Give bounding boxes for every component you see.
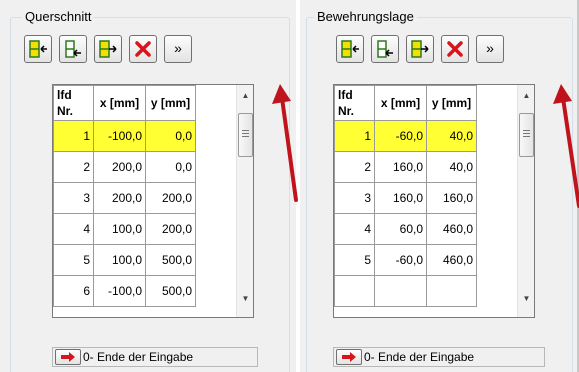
cell-nr[interactable]: 1 (334, 120, 375, 152)
cell-y[interactable]: 0,0 (145, 151, 196, 183)
more-button[interactable]: » (476, 35, 504, 63)
cell-y[interactable]: 200,0 (145, 182, 196, 214)
cell-nr[interactable]: 6 (53, 275, 94, 307)
table-header-row: lfd Nr. x [mm] y [mm] (53, 85, 196, 121)
table-row[interactable] (334, 275, 477, 307)
cell-nr[interactable]: 4 (53, 213, 94, 245)
bewehrungslage-title: Bewehrungslage (314, 9, 417, 24)
querschnitt-panel: Querschnitt » lfd Nr. x [mm] y [mm] 1 -1… (0, 0, 296, 372)
bewehrungslage-panel: Bewehrungslage » lfd Nr. x [mm] y [mm] 1… (300, 0, 579, 372)
column-header-y: y [mm] (426, 85, 477, 121)
cell-x[interactable]: 100,0 (93, 244, 146, 276)
table-row[interactable]: 2 200,0 0,0 (53, 151, 196, 183)
table-row[interactable]: 3 160,0 160,0 (334, 182, 477, 214)
cell-nr[interactable]: 3 (53, 182, 94, 214)
status-arrow-button[interactable] (336, 349, 362, 365)
column-header-nr: lfd Nr. (53, 85, 94, 121)
red-right-arrow-icon (342, 352, 356, 362)
insert-row-icon (29, 40, 47, 58)
cell-x[interactable]: 200,0 (93, 182, 146, 214)
table-header-row: lfd Nr. x [mm] y [mm] (334, 85, 477, 121)
insert-row-button[interactable] (336, 35, 364, 63)
append-row-icon (377, 40, 393, 58)
status-text: 0- Ende der Eingabe (83, 350, 194, 364)
delete-row-button[interactable] (129, 35, 157, 63)
cell-y[interactable]: 200,0 (145, 213, 196, 245)
status-text: 0- Ende der Eingabe (364, 350, 475, 364)
cell-x[interactable]: 160,0 (374, 182, 427, 214)
cell-y[interactable]: 160,0 (426, 182, 477, 214)
cell-nr[interactable]: 2 (53, 151, 94, 183)
insert-row-icon (341, 40, 359, 58)
insert-after-icon (99, 40, 117, 58)
delete-row-button[interactable] (441, 35, 469, 63)
insert-after-icon (411, 40, 429, 58)
status-arrow-button[interactable] (55, 349, 81, 365)
table-row[interactable]: 4 60,0 460,0 (334, 213, 477, 245)
more-button-label: » (174, 40, 182, 56)
more-button-label: » (486, 40, 494, 56)
cell-y[interactable] (426, 275, 477, 307)
table-row[interactable]: 1 -60,0 40,0 (334, 120, 477, 152)
cell-nr[interactable]: 4 (334, 213, 375, 245)
cell-x[interactable]: -60,0 (374, 244, 427, 276)
querschnitt-table[interactable]: lfd Nr. x [mm] y [mm] 1 -100,0 0,0 2 200… (52, 84, 254, 318)
append-row-icon (65, 40, 81, 58)
querschnitt-title: Querschnitt (22, 9, 95, 24)
cell-nr[interactable]: 3 (334, 182, 375, 214)
scrollbar-thumb[interactable] (519, 113, 534, 157)
column-header-y: y [mm] (145, 85, 196, 121)
querschnitt-status-bar: 0- Ende der Eingabe (52, 347, 258, 367)
table-row[interactable]: 2 160,0 40,0 (334, 151, 477, 183)
cell-nr[interactable] (334, 275, 375, 307)
column-header-x: x [mm] (374, 85, 427, 121)
table-row[interactable]: 5 -60,0 460,0 (334, 244, 477, 276)
table-row[interactable]: 1 -100,0 0,0 (53, 120, 196, 152)
bewehrungslage-table[interactable]: lfd Nr. x [mm] y [mm] 1 -60,0 40,0 2 160… (333, 84, 535, 318)
table-row[interactable]: 6 -100,0 500,0 (53, 275, 196, 307)
cell-x[interactable]: 160,0 (374, 151, 427, 183)
append-row-button[interactable] (371, 35, 399, 63)
cell-nr[interactable]: 2 (334, 151, 375, 183)
column-header-x: x [mm] (93, 85, 146, 121)
cell-y[interactable]: 500,0 (145, 275, 196, 307)
cell-y[interactable]: 40,0 (426, 151, 477, 183)
cell-x[interactable] (374, 275, 427, 307)
cell-nr[interactable]: 5 (53, 244, 94, 276)
bewehrungslage-status-bar: 0- Ende der Eingabe (333, 347, 545, 367)
more-button[interactable]: » (164, 35, 192, 63)
cell-nr[interactable]: 1 (53, 120, 94, 152)
cell-nr[interactable]: 5 (334, 244, 375, 276)
cell-y[interactable]: 460,0 (426, 213, 477, 245)
insert-after-button[interactable] (406, 35, 434, 63)
red-right-arrow-icon (61, 352, 75, 362)
insert-after-button[interactable] (94, 35, 122, 63)
table-row[interactable]: 4 100,0 200,0 (53, 213, 196, 245)
cell-y[interactable]: 500,0 (145, 244, 196, 276)
cell-y[interactable]: 460,0 (426, 244, 477, 276)
scroll-down-arrow-icon[interactable]: ▼ (518, 290, 534, 307)
scroll-up-arrow-icon[interactable]: ▲ (518, 87, 534, 104)
append-row-button[interactable] (59, 35, 87, 63)
delete-icon (447, 41, 463, 57)
insert-row-button[interactable] (24, 35, 52, 63)
scrollbar-thumb[interactable] (238, 113, 253, 157)
table-row[interactable]: 5 100,0 500,0 (53, 244, 196, 276)
table-scrollbar[interactable]: ▲ ▼ (517, 85, 534, 317)
table-scrollbar[interactable]: ▲ ▼ (236, 85, 253, 317)
scroll-down-arrow-icon[interactable]: ▼ (237, 290, 253, 307)
cell-y[interactable]: 0,0 (145, 120, 196, 152)
scroll-up-arrow-icon[interactable]: ▲ (237, 87, 253, 104)
cell-x[interactable]: 100,0 (93, 213, 146, 245)
cell-x[interactable]: -100,0 (93, 275, 146, 307)
cell-x[interactable]: 60,0 (374, 213, 427, 245)
cell-y[interactable]: 40,0 (426, 120, 477, 152)
cell-x[interactable]: -60,0 (374, 120, 427, 152)
delete-icon (135, 41, 151, 57)
column-header-nr: lfd Nr. (334, 85, 375, 121)
cell-x[interactable]: 200,0 (93, 151, 146, 183)
cell-x[interactable]: -100,0 (93, 120, 146, 152)
table-row[interactable]: 3 200,0 200,0 (53, 182, 196, 214)
